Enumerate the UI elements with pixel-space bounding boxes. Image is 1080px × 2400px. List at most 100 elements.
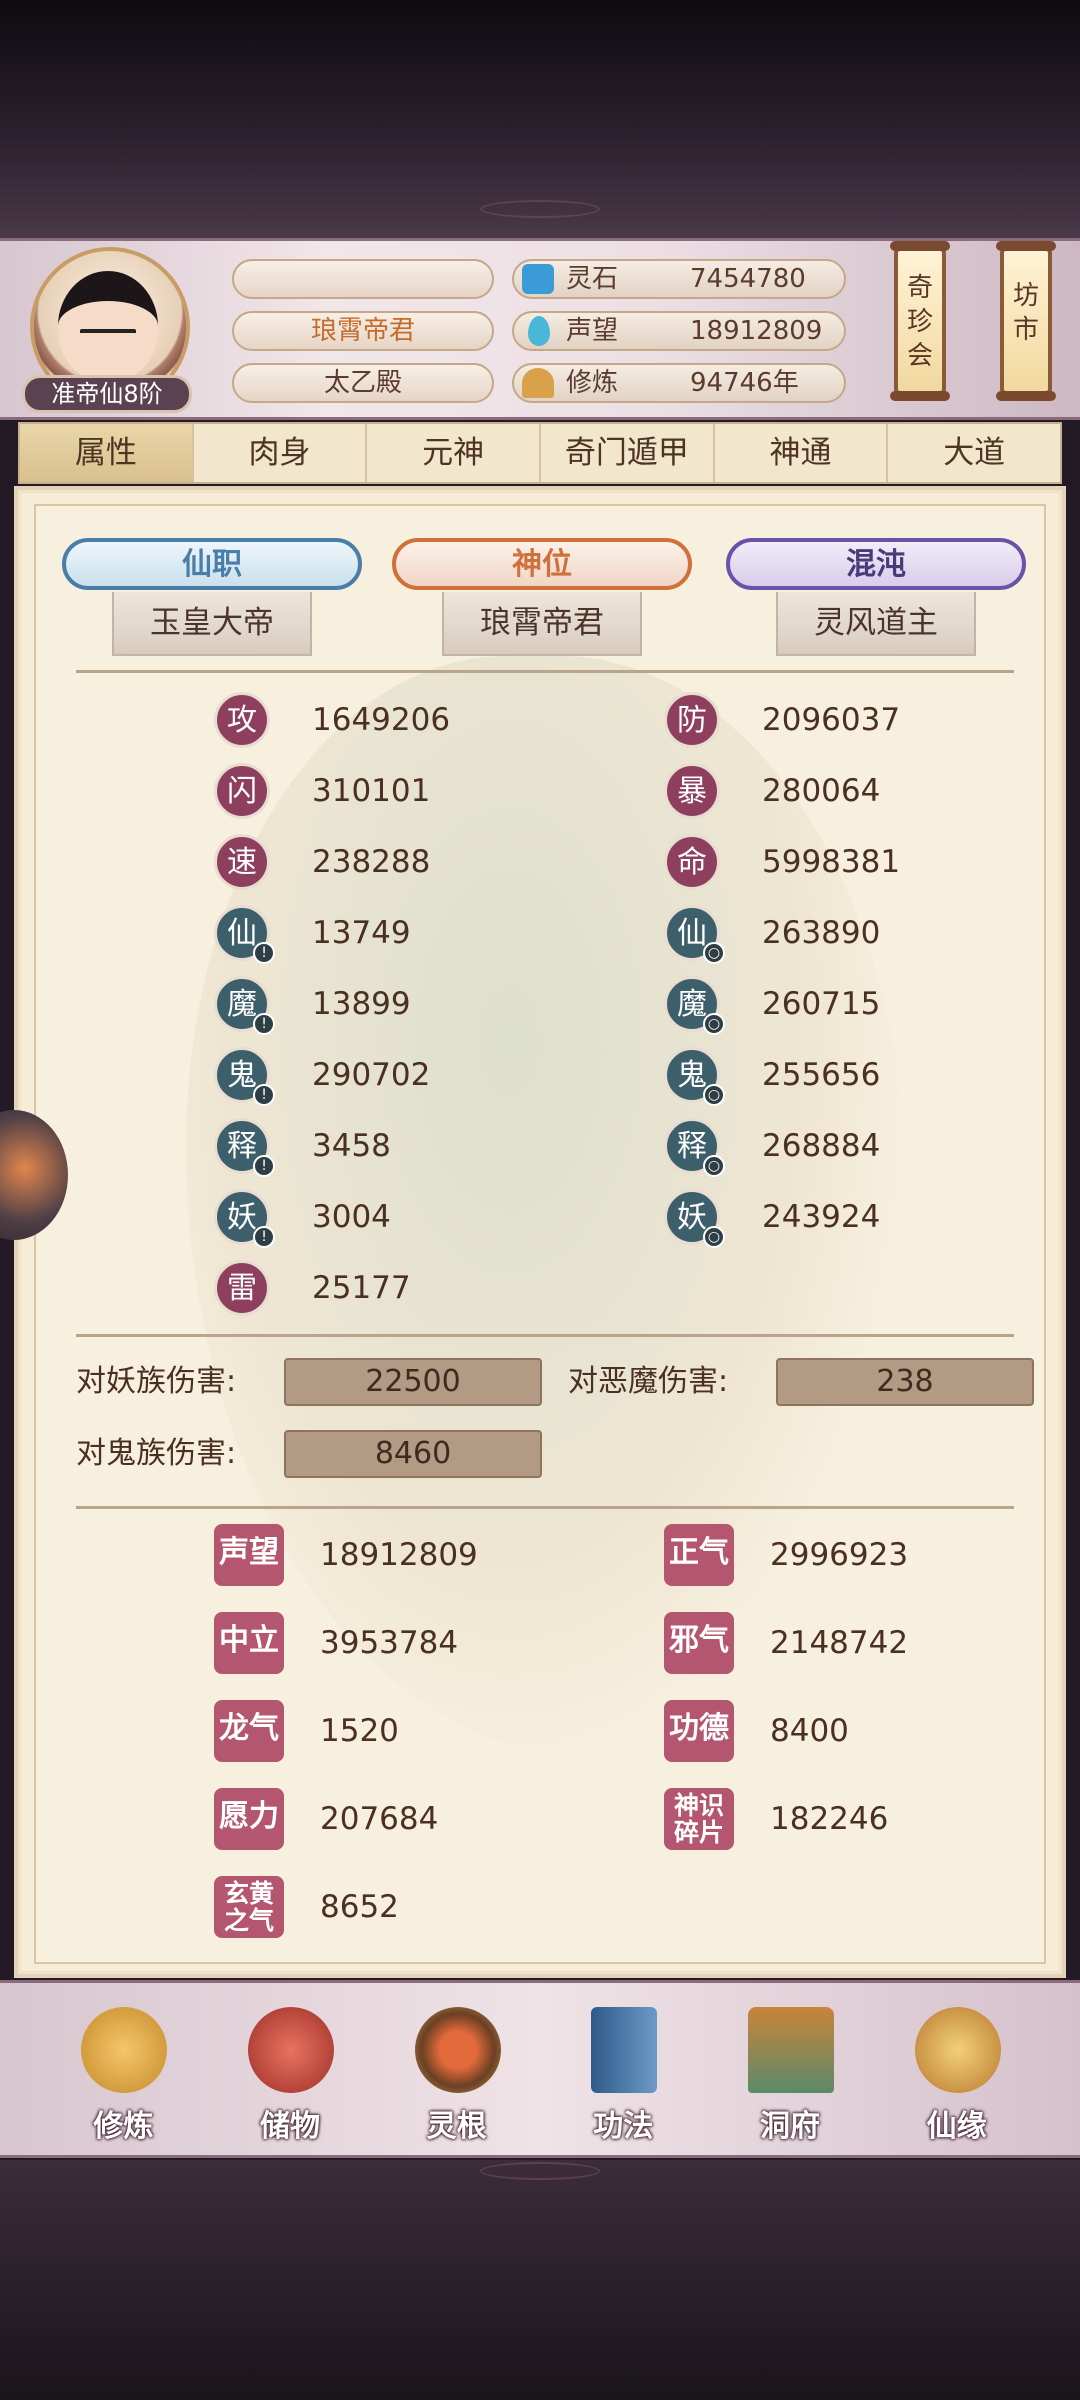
dragon-qi-value: 1520 [320, 1713, 399, 1749]
stat-value: 1649206 [312, 702, 451, 738]
player-header: 准帝仙8阶 琅霄帝君 太乙殿 灵石 7454780 声望 18912809 修炼… [0, 238, 1080, 420]
attributes-inner: 仙职 玉皇大帝 神位 琅霄帝君 混沌 灵风道主 攻 1649206 闪 3101… [34, 504, 1046, 1964]
nav-fate[interactable]: 仙缘 [897, 1989, 1017, 2149]
tab-soul[interactable]: 元神 [367, 424, 542, 482]
icon-char: 妖 [677, 1200, 707, 1235]
stat-value: 3458 [312, 1128, 391, 1164]
shenwei-badge: 神位 [392, 538, 692, 590]
top-ornament [480, 200, 600, 218]
tab-divine-powers[interactable]: 神通 [715, 424, 889, 482]
bottom-backdrop [0, 2160, 1080, 2400]
stat-value: 263890 [762, 915, 881, 951]
icon-char: 鬼 [677, 1058, 707, 1093]
player-hall: 太乙殿 [232, 363, 494, 403]
cultivate-icon [81, 2007, 168, 2093]
icon-char: 释 [227, 1129, 257, 1164]
tab-qimen[interactable]: 奇门遁甲 [541, 424, 715, 482]
stat-value: 25177 [312, 1270, 411, 1306]
stat-value: 238288 [312, 844, 431, 880]
stat-value: 243924 [762, 1199, 881, 1235]
monster-icon: 妖 ○ [664, 1189, 725, 1248]
icon-char: 仙 [227, 916, 257, 951]
bottom-ornament [480, 2162, 600, 2180]
dodge-icon: 闪 [214, 763, 270, 819]
stat-value: 13899 [312, 986, 411, 1022]
merit-value: 8400 [770, 1713, 849, 1749]
thunder-icon: 雷 [214, 1260, 270, 1316]
resource-cultivation: 修炼 94746年 [512, 363, 846, 403]
nav-label: 修炼 [93, 2109, 154, 2144]
stat-value: 2096037 [762, 702, 901, 738]
stat-value: 290702 [312, 1057, 431, 1093]
health-icon: 命 [664, 834, 720, 890]
resource-value: 7454780 [690, 264, 806, 294]
damage-vs-ghost-value: 8460 [284, 1430, 542, 1478]
nav-label: 储物 [259, 2109, 320, 2144]
immortal-icon: 仙! [214, 905, 275, 964]
spirit-fragment-tag: 神识 碎片 [664, 1788, 734, 1850]
divider [76, 1334, 1014, 1337]
technique-book-icon [591, 2007, 658, 2093]
nav-label: 功法 [593, 2109, 654, 2144]
divider [76, 1506, 1014, 1509]
damage-vs-monster-value: 22500 [284, 1358, 542, 1406]
damage-vs-monster-label: 对妖族伤害: [76, 1364, 237, 1399]
stat-value: 310101 [312, 773, 431, 809]
icon-char: 鬼 [227, 1058, 257, 1093]
ghost-icon: 鬼! [214, 1047, 275, 1106]
attack-mark-icon: ! [253, 1013, 275, 1035]
demon-icon: 魔! [214, 976, 275, 1035]
immortal-icon: 仙 ○ [664, 905, 725, 964]
prestige-icon [528, 316, 550, 346]
evil-qi-value: 2148742 [770, 1625, 909, 1661]
xuanhuang-qi-tag: 玄黄 之气 [214, 1876, 284, 1938]
bottom-nav: 修炼 储物 灵根 功法 洞府 仙缘 [0, 1980, 1080, 2158]
tab-dao[interactable]: 大道 [888, 424, 1060, 482]
divider [76, 670, 1014, 673]
player-name-field [232, 259, 494, 299]
xuanhuang-qi-value: 8652 [320, 1889, 399, 1925]
rank-badge: 准帝仙8阶 [22, 375, 192, 413]
icon-char: 仙 [677, 916, 707, 951]
cultivation-icon [522, 368, 554, 398]
treasure-fair-button[interactable]: 奇珍会 [890, 241, 950, 401]
nav-label: 灵根 [426, 2109, 487, 2144]
stat-value: 13749 [312, 915, 411, 951]
nav-cave-house[interactable]: 洞府 [730, 1989, 850, 2149]
ghost-icon: 鬼 ○ [664, 1047, 725, 1106]
nav-label: 洞府 [759, 2109, 820, 2144]
spirit-root-icon [414, 2007, 501, 2093]
resource-label: 声望 [566, 316, 619, 346]
buddha-icon: 释! [214, 1118, 275, 1177]
righteous-qi-tag: 正气 [664, 1524, 734, 1586]
icon-char: 释 [677, 1129, 707, 1164]
tab-body[interactable]: 肉身 [194, 424, 368, 482]
nav-spirit-root[interactable]: 灵根 [397, 1989, 517, 2149]
icon-char: 魔 [677, 987, 707, 1022]
market-button[interactable]: 坊市 [996, 241, 1056, 401]
tab-attributes[interactable]: 属性 [20, 424, 194, 482]
merit-tag: 功德 [664, 1700, 734, 1762]
stat-value: 255656 [762, 1057, 881, 1093]
prestige-value: 18912809 [320, 1537, 478, 1573]
tab-bar: 属性 肉身 元神 奇门遁甲 神通 大道 [18, 422, 1062, 484]
defense-mark-icon: ○ [703, 1226, 725, 1248]
neutral-value: 3953784 [320, 1625, 459, 1661]
buddha-icon: 释 ○ [664, 1118, 725, 1177]
nav-cultivate[interactable]: 修炼 [63, 1989, 183, 2149]
resource-label: 修炼 [566, 368, 619, 398]
avatar-face [58, 271, 158, 381]
nav-technique[interactable]: 功法 [563, 1989, 683, 2149]
stat-value: 268884 [762, 1128, 881, 1164]
damage-vs-ghost-label: 对鬼族伤害: [76, 1436, 237, 1471]
fate-gourd-icon [914, 2007, 1001, 2093]
critical-icon: 暴 [664, 763, 720, 819]
attack-mark-icon: ! [253, 1084, 275, 1106]
player-title: 琅霄帝君 [232, 311, 494, 351]
spirit-stone-icon [522, 264, 554, 294]
nav-storage[interactable]: 储物 [230, 1989, 350, 2149]
shenwei-value: 琅霄帝君 [442, 592, 642, 656]
attributes-panel: 仙职 玉皇大帝 神位 琅霄帝君 混沌 灵风道主 攻 1649206 闪 3101… [14, 486, 1066, 1978]
evil-qi-tag: 邪气 [664, 1612, 734, 1674]
hundun-value: 灵风道主 [776, 592, 976, 656]
